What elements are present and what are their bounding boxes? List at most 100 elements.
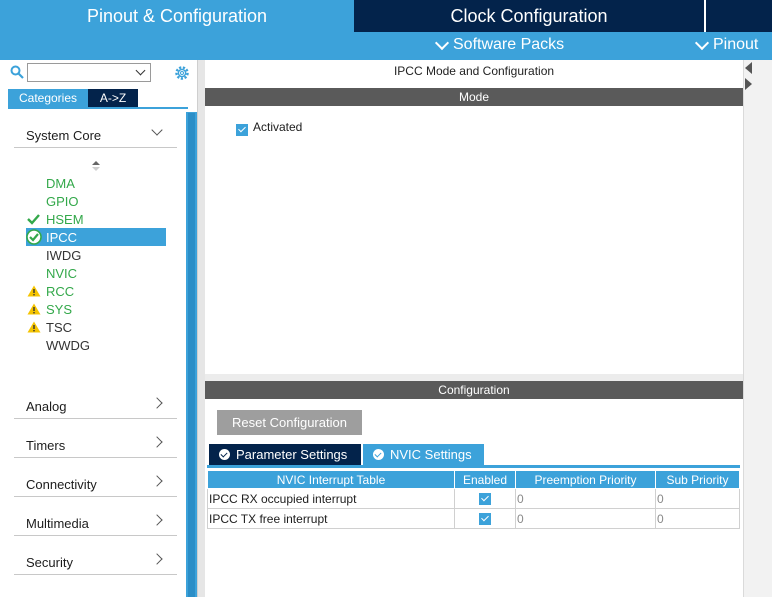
chevron-right-icon (151, 475, 163, 487)
splitter[interactable] (205, 374, 743, 381)
scrollbar-thumb[interactable] (188, 113, 195, 597)
categories-button[interactable]: Categories (8, 89, 88, 107)
collapse-left-icon[interactable] (745, 62, 752, 74)
table-row[interactable]: IPCC RX occupied interrupt 0 0 (207, 488, 740, 509)
chevron-down-icon (434, 35, 450, 50)
peripheral-item[interactable]: WWDG (26, 336, 166, 354)
sub-toolbar: Software Packs Pinout (0, 32, 772, 60)
column-header[interactable]: Enabled (454, 470, 516, 489)
warning-icon (27, 303, 41, 315)
check-icon (27, 214, 40, 225)
chevron-down-icon (694, 35, 710, 50)
divider (8, 107, 188, 109)
peripheral-label: RCC (46, 283, 75, 299)
peripheral-item[interactable]: GPIO (26, 192, 166, 210)
tab-pinout-configuration[interactable]: Pinout & Configuration (0, 0, 354, 32)
peripheral-item[interactable]: HSEM (26, 210, 166, 228)
sort-icon[interactable] (91, 160, 101, 172)
tab-parameter-settings[interactable]: Parameter Settings (209, 444, 361, 465)
peripheral-item[interactable]: RCC (26, 282, 166, 300)
interrupt-name: IPCC TX free interrupt (207, 508, 455, 529)
mode-area (205, 106, 743, 374)
tab-nvic-settings[interactable]: NVIC Settings (363, 444, 484, 465)
nvic-interrupt-table: NVIC Interrupt Table Enabled Preemption … (207, 470, 740, 529)
peripheral-label: SYS (46, 301, 73, 317)
peripheral-label: HSEM (46, 211, 84, 227)
table-header-row: NVIC Interrupt Table Enabled Preemption … (207, 470, 740, 489)
peripheral-label: NVIC (46, 265, 78, 281)
mode-panel-title: IPCC Mode and Configuration (393, 64, 555, 78)
warning-icon (27, 321, 41, 333)
preemption-priority[interactable]: 0 (515, 508, 656, 529)
peripheral-item[interactable]: SYS (26, 300, 166, 318)
activated-checkbox[interactable] (236, 123, 248, 136)
reset-configuration-button[interactable]: Reset Configuration (217, 410, 362, 435)
mode-header: Mode (205, 88, 743, 106)
category-label: Analog (26, 399, 67, 414)
preemption-priority[interactable]: 0 (515, 488, 656, 509)
check-circle-icon (219, 449, 230, 460)
column-header[interactable]: Preemption Priority (515, 470, 656, 489)
activated-label: Activated (253, 120, 303, 134)
peripheral-item[interactable]: NVIC (26, 264, 166, 282)
peripheral-label: DMA (46, 175, 75, 191)
enabled-checkbox[interactable] (479, 513, 491, 526)
sub-priority[interactable]: 0 (655, 488, 740, 509)
search-icon[interactable] (10, 65, 24, 79)
peripheral-label: WWDG (46, 337, 91, 353)
peripheral-label: TSC (46, 319, 72, 335)
tab-clock-configuration[interactable]: Clock Configuration (354, 0, 704, 32)
pinout-menu-label: Pinout (713, 36, 759, 53)
check-circle-icon (373, 449, 384, 460)
peripheral-item[interactable]: DMA (26, 174, 166, 192)
chevron-right-icon (151, 553, 163, 565)
gear-icon[interactable] (173, 64, 191, 82)
category-label: Connectivity (26, 477, 97, 492)
category-label: Multimedia (26, 516, 89, 531)
panel-splitter[interactable] (197, 60, 205, 597)
category-security[interactable]: Security (14, 547, 177, 575)
table-body: IPCC RX occupied interrupt 0 0 IPCC TX free… (207, 488, 740, 529)
right-collapse-strip (743, 60, 772, 597)
category-label: Security (26, 555, 73, 570)
a-to-z-button[interactable]: A->Z (88, 89, 138, 107)
software-packs-label: Software Packs (453, 36, 565, 53)
pinout-menu[interactable]: Pinout (694, 35, 759, 54)
tab-extra[interactable] (704, 0, 772, 32)
category-multimedia[interactable]: Multimedia (14, 508, 177, 536)
peripheral-label: IPCC (46, 229, 78, 245)
warning-icon (27, 285, 41, 297)
enabled-checkbox[interactable] (479, 493, 491, 506)
table-row[interactable]: IPCC TX free interrupt 0 0 (207, 508, 740, 529)
category-label: Timers (26, 438, 66, 453)
enabled-cell[interactable] (454, 508, 516, 529)
configuration-header: Configuration (205, 381, 743, 399)
chevron-right-icon (151, 397, 163, 409)
enabled-cell[interactable] (454, 488, 516, 509)
expand-right-icon[interactable] (745, 78, 752, 90)
category-timers[interactable]: Timers (14, 430, 177, 458)
peripheral-item[interactable]: IPCC (26, 228, 166, 246)
search-input[interactable] (27, 63, 151, 82)
category-analog[interactable]: Analog (14, 391, 177, 419)
software-packs-menu[interactable]: Software Packs (434, 35, 565, 54)
sub-priority[interactable]: 0 (655, 508, 740, 529)
column-header[interactable]: NVIC Interrupt Table (207, 470, 455, 489)
column-header[interactable]: Sub Priority (655, 470, 740, 489)
category-list: System Core DMA GPIO HSEM IPCC IWDG NVIC RCC SY… (0, 112, 187, 597)
category-connectivity[interactable]: Connectivity (14, 469, 177, 497)
chevron-right-icon (151, 436, 163, 448)
peripheral-item[interactable]: IWDG (26, 246, 166, 264)
peripheral-label: GPIO (46, 193, 79, 209)
category-system-core[interactable]: System Core (14, 120, 177, 148)
tab-label: NVIC Settings (390, 447, 472, 462)
category-label: System Core (26, 128, 102, 143)
check-circle-icon (26, 229, 42, 245)
chevron-right-icon (151, 514, 163, 526)
tab-underline (207, 465, 740, 468)
peripheral-label: IWDG (46, 247, 82, 263)
tab-label: Parameter Settings (236, 447, 348, 462)
interrupt-name: IPCC RX occupied interrupt (207, 488, 455, 509)
chevron-down-icon (151, 124, 163, 136)
peripheral-item[interactable]: TSC (26, 318, 166, 336)
